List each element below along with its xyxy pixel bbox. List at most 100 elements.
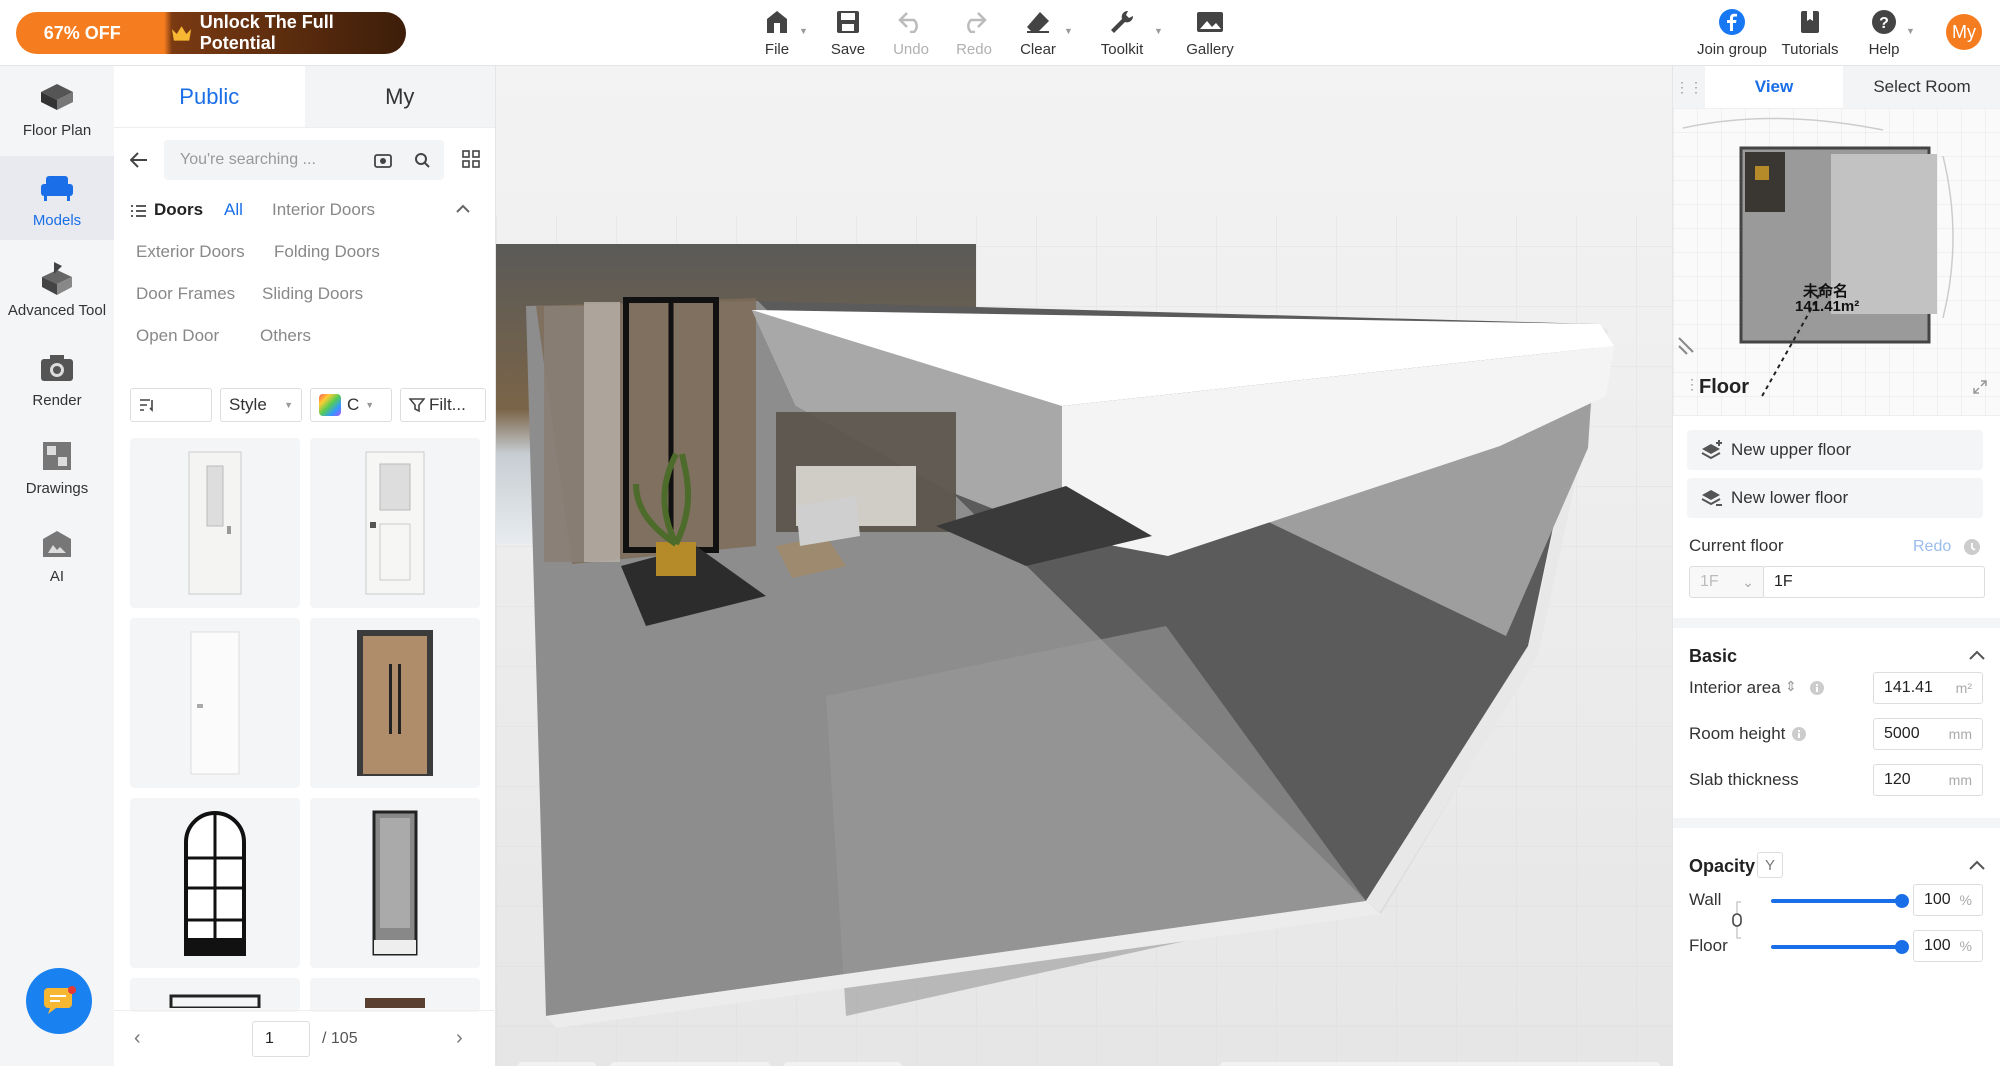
model-card[interactable] [130, 978, 300, 1012]
nav-render[interactable]: Render [0, 336, 114, 420]
subcat-door-frames[interactable]: Door Frames [136, 284, 235, 304]
plain-white-door-icon [190, 631, 240, 775]
nav-ai[interactable]: AI [0, 512, 114, 596]
model-card[interactable] [130, 438, 300, 608]
undo-icon [898, 11, 918, 33]
subcat-open-door[interactable]: Open Door [136, 326, 219, 346]
nav-advanced-tool[interactable]: Advanced Tool [0, 246, 114, 330]
model-card[interactable] [310, 798, 480, 968]
wall-opacity-input[interactable]: 100% [1913, 884, 1983, 916]
floor-level-select[interactable]: 1F ⌄ [1689, 566, 1765, 598]
tab-public[interactable]: Public [114, 66, 305, 127]
file-icon [767, 10, 787, 33]
model-card[interactable] [310, 978, 480, 1012]
link-icon[interactable] [1729, 898, 1749, 942]
subcat-interior-doors[interactable]: Interior Doors [272, 200, 375, 220]
page-input[interactable]: 1 [252, 1020, 310, 1057]
back-arrow-icon[interactable] [130, 152, 148, 168]
tab-my[interactable]: My [304, 66, 495, 127]
clear-button[interactable]: Clear [1006, 6, 1070, 58]
model-card[interactable] [310, 618, 480, 788]
info-icon[interactable] [1791, 726, 1807, 742]
filter-button[interactable]: Filt... [400, 388, 486, 422]
join-group-button[interactable]: Join group [1692, 6, 1772, 58]
new-lower-floor-button[interactable]: New lower floor [1687, 478, 1983, 518]
room-height-input[interactable]: 5000 mm [1873, 718, 1983, 750]
chevron-down-icon: ▼ [365, 400, 375, 410]
new-upper-floor-button[interactable]: New upper floor [1687, 430, 1983, 470]
list-icon [131, 205, 146, 217]
wall-opacity-slider[interactable] [1771, 894, 1909, 908]
interior-area-input[interactable]: 141.41 m² [1873, 672, 1983, 704]
subcat-others[interactable]: Others [260, 326, 311, 346]
subcat-exterior-doors[interactable]: Exterior Doors [136, 242, 245, 262]
slab-thickness-input[interactable]: 120 mm [1873, 764, 1983, 796]
save-button[interactable]: Save [816, 6, 880, 58]
floor-opacity-input[interactable]: 100% [1913, 930, 1983, 962]
nav-floor-plan[interactable]: Floor Plan [0, 66, 114, 150]
model-card[interactable] [310, 438, 480, 608]
3d-viewport[interactable]: 1F 2D ▼ 3D ▼ − 100% + [496, 66, 1672, 1066]
basic-section-title: Basic [1689, 646, 1738, 666]
divider [1673, 818, 2000, 828]
help-chevron-down-icon[interactable]: ▼ [1906, 26, 1915, 36]
file-chevron-down-icon[interactable]: ▼ [799, 26, 808, 36]
nav-drawings[interactable]: Drawings [0, 424, 114, 508]
model-card[interactable] [130, 798, 300, 968]
promo-banner[interactable]: 67% OFF Unlock The Full Potential [16, 12, 406, 54]
tab-select-room[interactable]: Select Room [1843, 66, 2000, 108]
avatar[interactable]: My [1946, 14, 1982, 50]
chat-button[interactable] [26, 968, 92, 1034]
tutorials-button[interactable]: Tutorials [1770, 6, 1850, 58]
prev-page-icon[interactable]: ‹ [134, 1027, 141, 1050]
floor-switcher[interactable]: 1F [518, 1062, 596, 1066]
chevron-up-icon[interactable] [1969, 650, 1985, 660]
minimap-floorplan[interactable] [1673, 108, 2000, 416]
subcat-all[interactable]: All [224, 200, 243, 220]
facebook-icon [1719, 8, 1745, 35]
arched-black-door-icon [184, 811, 246, 956]
redo-link[interactable]: Redo [1913, 538, 1951, 556]
chevron-up-icon[interactable] [1969, 860, 1985, 870]
minimap[interactable]: 未命名 141.41m² [1673, 108, 2000, 416]
info-icon[interactable] [1963, 538, 1981, 556]
advanced-tool-icon [42, 262, 72, 295]
sort-toggle-icon[interactable]: ⇕ [1785, 678, 1797, 695]
redo-button[interactable]: Redo [942, 6, 1006, 58]
add-floor-up-icon [1701, 440, 1722, 460]
clear-chevron-down-icon[interactable]: ▼ [1064, 26, 1073, 36]
undo-button[interactable]: Undo [879, 6, 943, 58]
toolkit-chevron-down-icon[interactable]: ▼ [1154, 26, 1163, 36]
slider-handle[interactable] [1895, 940, 1909, 954]
gallery-button[interactable]: Gallery [1178, 6, 1242, 58]
drag-handle-icon[interactable]: ⋮⋮ [1673, 66, 1705, 108]
image-search-camera-icon[interactable] [374, 152, 392, 168]
style-dropdown[interactable]: Style ▼ [220, 388, 302, 422]
properties-panel: ⋮⋮ View Select Room 未命名 141.41m² ⋮ Floor… [1672, 66, 2000, 1066]
next-page-icon[interactable]: › [456, 1027, 463, 1050]
3d-scene[interactable] [496, 66, 1672, 1066]
grid-view-icon[interactable] [462, 150, 480, 168]
tab-view[interactable]: View [1705, 66, 1843, 108]
expand-icon[interactable] [1973, 380, 1987, 394]
zoom-tools: − 100% + [1220, 1062, 1660, 1066]
info-icon[interactable] [1809, 680, 1825, 696]
toolkit-button[interactable]: Toolkit [1090, 6, 1154, 58]
nav-models[interactable]: Models [0, 156, 114, 240]
subcat-sliding-doors[interactable]: Sliding Doors [262, 284, 363, 304]
model-card[interactable] [130, 618, 300, 788]
floor-opacity-slider[interactable] [1771, 940, 1909, 954]
color-dropdown[interactable]: C ▼ [310, 388, 392, 422]
chevron-up-icon[interactable] [456, 204, 470, 214]
search-input[interactable]: You're searching ... [164, 140, 444, 180]
slider-handle[interactable] [1895, 894, 1909, 908]
floor-name-input[interactable]: 1F [1763, 566, 1985, 598]
drag-handle-icon[interactable]: ⋮ [1685, 376, 1699, 393]
search-icon[interactable] [414, 152, 430, 168]
sort-dropdown[interactable] [130, 388, 212, 422]
subcat-folding-doors[interactable]: Folding Doors [274, 242, 380, 262]
room-height-label: Room height [1689, 724, 1786, 743]
view-mode-switch: 2D ▼ 3D ▼ [610, 1062, 770, 1066]
dark-wood-door-icon [365, 998, 425, 1008]
category-doors[interactable]: Doors [154, 200, 203, 220]
